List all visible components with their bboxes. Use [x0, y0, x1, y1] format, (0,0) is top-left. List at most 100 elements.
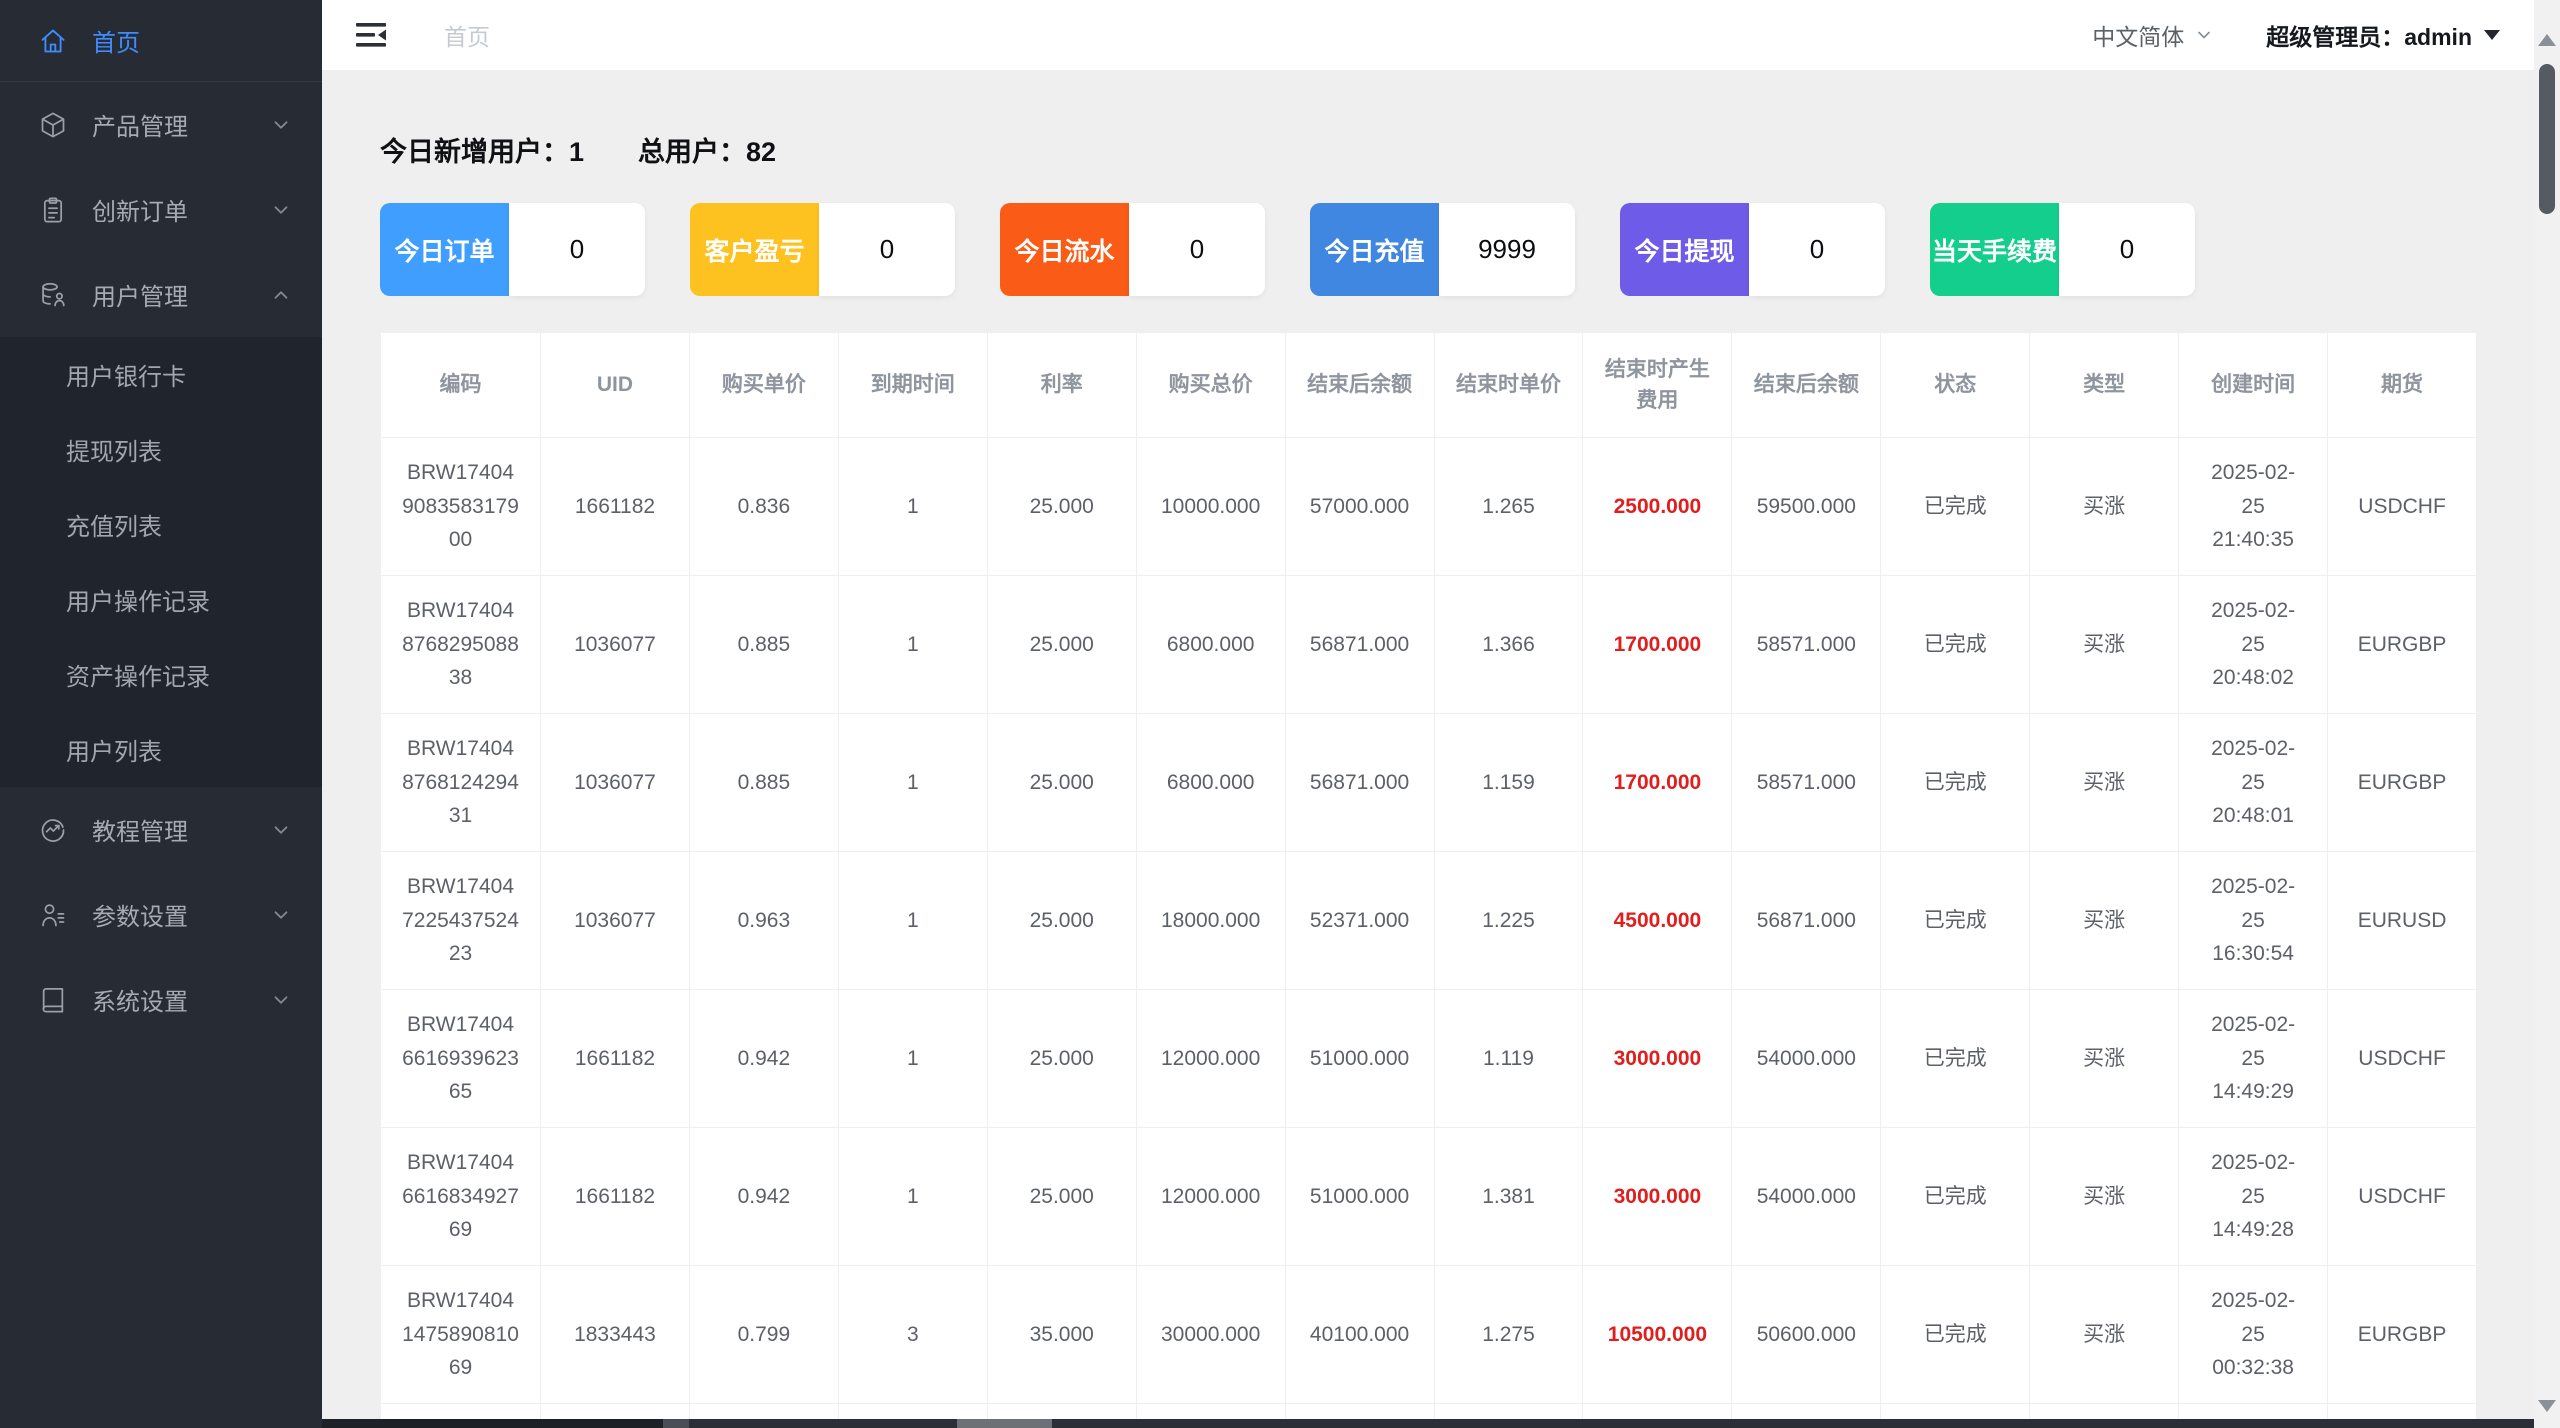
cell-end-price: 1.159: [1434, 714, 1583, 852]
chevron-down-icon: [270, 199, 292, 221]
language-label: 中文简体: [2092, 18, 2184, 52]
cell-balance-after: 58571.000: [1732, 576, 1881, 714]
col-header-expire-time: 到期时间: [838, 333, 987, 438]
cell-code: BRW17404876829508838: [381, 576, 541, 714]
cell-uid: 1661182: [541, 1128, 690, 1266]
cell-expire-time: 1: [838, 576, 987, 714]
sidebar-item-home[interactable]: 首页: [0, 0, 322, 82]
cell-futures: USDCHF: [2328, 438, 2477, 576]
cell-code: BRW17404147589081069: [381, 1266, 541, 1404]
cell-created-at: 2025-02-25 20:48:01: [2179, 714, 2328, 852]
sidebar-item-user-management[interactable]: 用户管理: [0, 252, 322, 337]
cell-rate: 25.000: [987, 438, 1136, 576]
cell-buy-price: 0.885: [689, 576, 838, 714]
table-body: BRW1740490835831790016611820.836125.0001…: [381, 438, 2477, 1428]
stat-card-value: 0: [819, 203, 955, 296]
admin-dropdown[interactable]: 超级管理员：admin: [2266, 18, 2500, 52]
stat-card-value: 0: [1749, 203, 1885, 296]
col-header-rate: 利率: [987, 333, 1136, 438]
sidebar-item-innovation-orders[interactable]: 创新订单: [0, 167, 322, 252]
sidebar-item-product-management[interactable]: 产品管理: [0, 82, 322, 167]
sidebar-item-tutorial-management[interactable]: 教程管理: [0, 787, 322, 872]
stat-card-today-fee: 当天手续费0: [1930, 203, 2195, 296]
cell-code: BRW17404876812429431: [381, 714, 541, 852]
cell-balance-after: 56871.000: [1732, 852, 1881, 990]
cell-code: BRW17404661693962365: [381, 990, 541, 1128]
stat-cards: 今日订单0客户盈亏0今日流水0今日充值9999今日提现0当天手续费0: [380, 203, 2534, 296]
scroll-down-arrow-icon[interactable]: [2538, 1400, 2556, 1412]
sidebar-subitem-recharge-list[interactable]: 充值列表: [0, 487, 322, 562]
sidebar-subitem-user-operation-log[interactable]: 用户操作记录: [0, 562, 322, 637]
cell-futures: USDCHF: [2328, 990, 2477, 1128]
stat-card-today-flow: 今日流水0: [1000, 203, 1265, 296]
cell-balance-after-end: 56871.000: [1285, 576, 1434, 714]
stat-card-value: 9999: [1439, 203, 1575, 296]
breadcrumb[interactable]: 首页: [444, 18, 490, 52]
admin-label: 超级管理员：admin: [2266, 18, 2472, 52]
cell-futures: EURGBP: [2328, 1266, 2477, 1404]
horizontal-scrollbar[interactable]: [322, 1419, 2560, 1428]
col-header-status: 状态: [1881, 333, 2030, 438]
cell-futures: EURUSD: [2328, 852, 2477, 990]
cell-total-price: 30000.000: [1136, 1266, 1285, 1404]
user-gear-icon: [38, 900, 68, 930]
book-icon: [38, 985, 68, 1015]
cell-type: 买涨: [2030, 438, 2179, 576]
cell-type: 买涨: [2030, 576, 2179, 714]
scroll-up-arrow-icon[interactable]: [2538, 34, 2556, 46]
cell-total-price: 6800.000: [1136, 576, 1285, 714]
cell-end-price: 1.119: [1434, 990, 1583, 1128]
cell-buy-price: 0.942: [689, 990, 838, 1128]
vertical-scrollbar[interactable]: [2534, 0, 2560, 1428]
chevron-down-icon: [270, 114, 292, 136]
cell-code: BRW17404908358317900: [381, 438, 541, 576]
vertical-scrollbar-thumb[interactable]: [2539, 64, 2555, 214]
cell-balance-after-end: 52371.000: [1285, 852, 1434, 990]
sidebar-item-system-settings[interactable]: 系统设置: [0, 957, 322, 1042]
topbar: 首页 中文简体 超级管理员：admin: [322, 0, 2534, 70]
chevron-down-icon: [2194, 25, 2214, 45]
cell-end-fee: 3000.000: [1583, 1128, 1732, 1266]
cell-buy-price: 0.836: [689, 438, 838, 576]
cell-end-fee: 10500.000: [1583, 1266, 1732, 1404]
total-users-stat: 总用户：82: [638, 130, 776, 169]
sidebar-item-parameter-settings[interactable]: 参数设置: [0, 872, 322, 957]
stat-card-today-orders: 今日订单0: [380, 203, 645, 296]
horizontal-scrollbar-thumb[interactable]: [957, 1419, 1052, 1428]
stat-card-label: 今日流水: [1000, 203, 1129, 296]
table-header-row: 编码UID购买单价到期时间利率购买总价结束后余额结束时单价结束时产生费用结束后余…: [381, 333, 2477, 438]
chevron-down-icon: [270, 989, 292, 1011]
cell-status: 已完成: [1881, 714, 2030, 852]
cell-rate: 35.000: [987, 1266, 1136, 1404]
cell-balance-after: 59500.000: [1732, 438, 1881, 576]
table-row: BRW1740490835831790016611820.836125.0001…: [381, 438, 2477, 576]
users-icon: [38, 280, 68, 310]
cell-code: BRW17404661683492769: [381, 1128, 541, 1266]
sidebar-item-label: 产品管理: [92, 107, 270, 142]
stat-card-label: 今日充值: [1310, 203, 1439, 296]
sidebar-subitem-user-bank-cards[interactable]: 用户银行卡: [0, 337, 322, 412]
cell-total-price: 12000.000: [1136, 1128, 1285, 1266]
table-row: BRW1740466169396236516611820.942125.0001…: [381, 990, 2477, 1128]
cell-type: 买涨: [2030, 1266, 2179, 1404]
sidebar-subitem-user-list[interactable]: 用户列表: [0, 712, 322, 787]
cell-uid: 1036077: [541, 714, 690, 852]
sidebar-subitem-withdraw-list[interactable]: 提现列表: [0, 412, 322, 487]
cell-expire-time: 1: [838, 852, 987, 990]
cell-type: 买涨: [2030, 990, 2179, 1128]
new-users-value: 1: [569, 137, 584, 167]
sidebar: 首页 产品管理创新订单用户管理用户银行卡提现列表充值列表用户操作记录资产操作记录…: [0, 0, 322, 1428]
cell-type: 买涨: [2030, 1128, 2179, 1266]
cell-uid: 1661182: [541, 438, 690, 576]
col-header-buy-price: 购买单价: [689, 333, 838, 438]
stat-card-today-withdraw: 今日提现0: [1620, 203, 1885, 296]
language-selector[interactable]: 中文简体: [2092, 18, 2214, 52]
cell-buy-price: 0.942: [689, 1128, 838, 1266]
cell-created-at: 2025-02-25 00:32:38: [2179, 1266, 2328, 1404]
sidebar-menu: 产品管理创新订单用户管理用户银行卡提现列表充值列表用户操作记录资产操作记录用户列…: [0, 82, 322, 1042]
cell-total-price: 6800.000: [1136, 714, 1285, 852]
collapse-menu-icon[interactable]: [356, 19, 392, 51]
cell-uid: 1036077: [541, 852, 690, 990]
sidebar-subitem-asset-operation-log[interactable]: 资产操作记录: [0, 637, 322, 712]
cell-status: 已完成: [1881, 1128, 2030, 1266]
